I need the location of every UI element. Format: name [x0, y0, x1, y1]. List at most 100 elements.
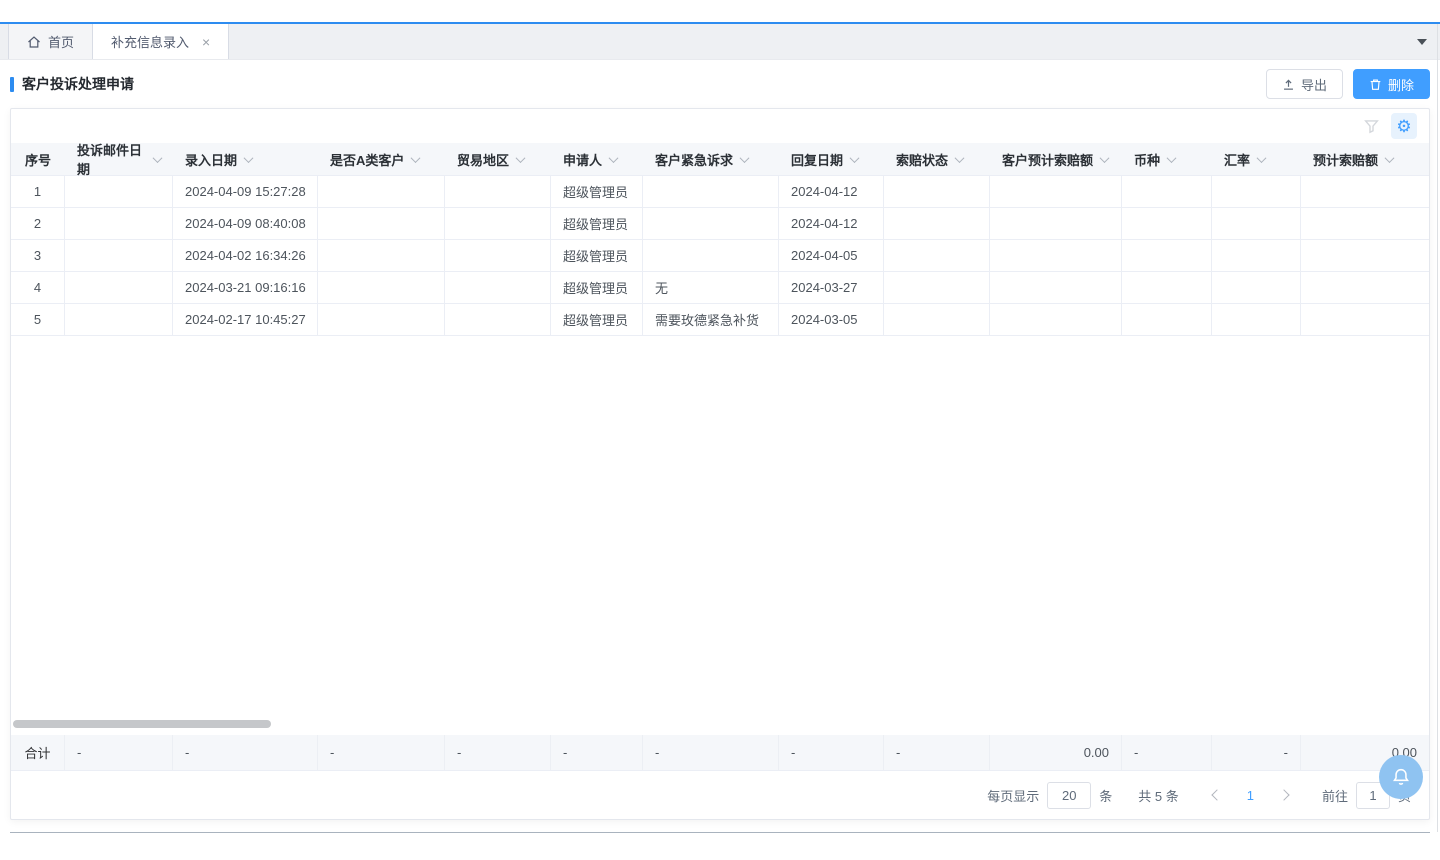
summary-label: 合计: [11, 735, 65, 770]
page-title: 客户投诉处理申请: [22, 74, 134, 94]
sort-caret-icon[interactable]: [955, 153, 965, 163]
column-header-5[interactable]: 申请人: [551, 143, 643, 175]
column-settings-button[interactable]: ⚙: [1391, 113, 1417, 139]
tab-supplementary-info[interactable]: 补充信息录入 ×: [93, 24, 229, 59]
title-left: 客户投诉处理申请: [10, 74, 134, 94]
table-cell: 超级管理员: [551, 176, 643, 207]
bell-icon: [1390, 766, 1412, 788]
table-cell: [884, 208, 990, 239]
table-cell: [1301, 208, 1429, 239]
tab-home-label: 首页: [48, 32, 74, 51]
sort-caret-icon[interactable]: [740, 153, 750, 163]
table-cell: [65, 176, 173, 207]
table-cell: 3: [11, 240, 65, 271]
column-header-7[interactable]: 回复日期: [779, 143, 884, 175]
export-button-label: 导出: [1301, 75, 1327, 94]
column-header-label: 客户紧急诉求: [655, 150, 733, 169]
column-header-label: 回复日期: [791, 150, 843, 169]
prev-page-icon[interactable]: [1211, 789, 1222, 800]
column-header-0: 序号: [11, 143, 65, 175]
table-row[interactable]: 42024-03-21 09:16:16超级管理员无2024-03-27: [11, 272, 1429, 304]
column-header-11[interactable]: 汇率: [1212, 143, 1301, 175]
notification-bell-button[interactable]: [1379, 755, 1423, 799]
table-cell: 2: [11, 208, 65, 239]
column-header-label: 索赔状态: [896, 150, 948, 169]
table-cell: [1122, 208, 1212, 239]
table-cell: [1122, 176, 1212, 207]
column-header-12[interactable]: 预计索赔额: [1301, 143, 1429, 175]
column-header-label: 币种: [1134, 150, 1160, 169]
summary-cell: 0.00: [990, 735, 1122, 770]
per-page-unit: 条: [1099, 786, 1112, 805]
filter-icon[interactable]: [1364, 119, 1379, 134]
table-cell: 5: [11, 304, 65, 335]
summary-cell: -: [1122, 735, 1212, 770]
table-cell: [990, 176, 1122, 207]
title-accent-bar: [10, 77, 14, 92]
per-page-label: 每页显示: [987, 786, 1039, 805]
table-row[interactable]: 32024-04-02 16:34:26超级管理员2024-04-05: [11, 240, 1429, 272]
column-header-8[interactable]: 索赔状态: [884, 143, 990, 175]
table-row[interactable]: 12024-04-09 15:27:28超级管理员2024-04-12: [11, 176, 1429, 208]
export-icon: [1282, 78, 1295, 91]
gear-icon: ⚙: [1396, 118, 1411, 135]
sort-caret-icon[interactable]: [609, 153, 619, 163]
table-row[interactable]: 22024-04-09 08:40:08超级管理员2024-04-12: [11, 208, 1429, 240]
table-row[interactable]: 52024-02-17 10:45:27超级管理员需要玫德紧急补货2024-03…: [11, 304, 1429, 336]
column-header-10[interactable]: 币种: [1122, 143, 1212, 175]
sort-caret-icon[interactable]: [1100, 153, 1110, 163]
column-header-9[interactable]: 客户预计索赔额: [990, 143, 1122, 175]
sort-caret-icon[interactable]: [1167, 153, 1177, 163]
title-row: 客户投诉处理申请 导出 删除: [10, 60, 1430, 108]
table-cell: 超级管理员: [551, 304, 643, 335]
close-icon[interactable]: ×: [202, 35, 210, 49]
table-cell: [1301, 304, 1429, 335]
per-page-input[interactable]: [1047, 782, 1091, 809]
window-right-edge: [1437, 24, 1438, 832]
sort-caret-icon[interactable]: [850, 153, 860, 163]
table-cell: [990, 304, 1122, 335]
table-cell: [643, 208, 779, 239]
export-button[interactable]: 导出: [1266, 69, 1343, 99]
table-body: 12024-04-09 15:27:28超级管理员2024-04-1222024…: [11, 176, 1429, 336]
table-cell: [1212, 176, 1301, 207]
sort-caret-icon[interactable]: [153, 153, 163, 163]
table-cell: [318, 208, 445, 239]
summary-cell: -: [65, 735, 173, 770]
tab-home[interactable]: 首页: [8, 24, 93, 59]
sort-caret-icon[interactable]: [1257, 153, 1267, 163]
delete-button-label: 删除: [1388, 75, 1414, 94]
table-cell: 2024-04-05: [779, 240, 884, 271]
sort-caret-icon[interactable]: [411, 153, 421, 163]
sort-caret-icon[interactable]: [516, 153, 526, 163]
column-header-4[interactable]: 贸易地区: [445, 143, 551, 175]
next-page-icon[interactable]: [1278, 789, 1289, 800]
column-header-1[interactable]: 投诉邮件日期: [65, 143, 173, 175]
table-cell: 2024-02-17 10:45:27: [173, 304, 318, 335]
table-cell: [65, 240, 173, 271]
sort-caret-icon[interactable]: [244, 153, 254, 163]
table-cell: 无: [643, 272, 779, 303]
table-cell: [1122, 304, 1212, 335]
table-cell: 2024-04-09 15:27:28: [173, 176, 318, 207]
table-cell: [643, 240, 779, 271]
table-cell: 2024-04-12: [779, 208, 884, 239]
column-header-6[interactable]: 客户紧急诉求: [643, 143, 779, 175]
horizontal-scrollbar[interactable]: [13, 720, 271, 728]
column-header-2[interactable]: 录入日期: [173, 143, 318, 175]
tab-list-dropdown-icon[interactable]: [1417, 39, 1427, 45]
table-cell: [445, 272, 551, 303]
delete-button[interactable]: 删除: [1353, 69, 1430, 99]
table-toolbar: ⚙: [11, 109, 1429, 143]
summary-cell: -: [318, 735, 445, 770]
column-header-label: 录入日期: [185, 150, 237, 169]
column-header-3[interactable]: 是否A类客户: [318, 143, 445, 175]
sort-caret-icon[interactable]: [1385, 153, 1395, 163]
tab-bar: 首页 补充信息录入 ×: [0, 24, 1440, 60]
table-cell: [1212, 304, 1301, 335]
table-cell: 2024-03-27: [779, 272, 884, 303]
table-cell: [990, 208, 1122, 239]
table-cell: 超级管理员: [551, 272, 643, 303]
page-number-current[interactable]: 1: [1237, 788, 1264, 803]
table-cell: 超级管理员: [551, 240, 643, 271]
